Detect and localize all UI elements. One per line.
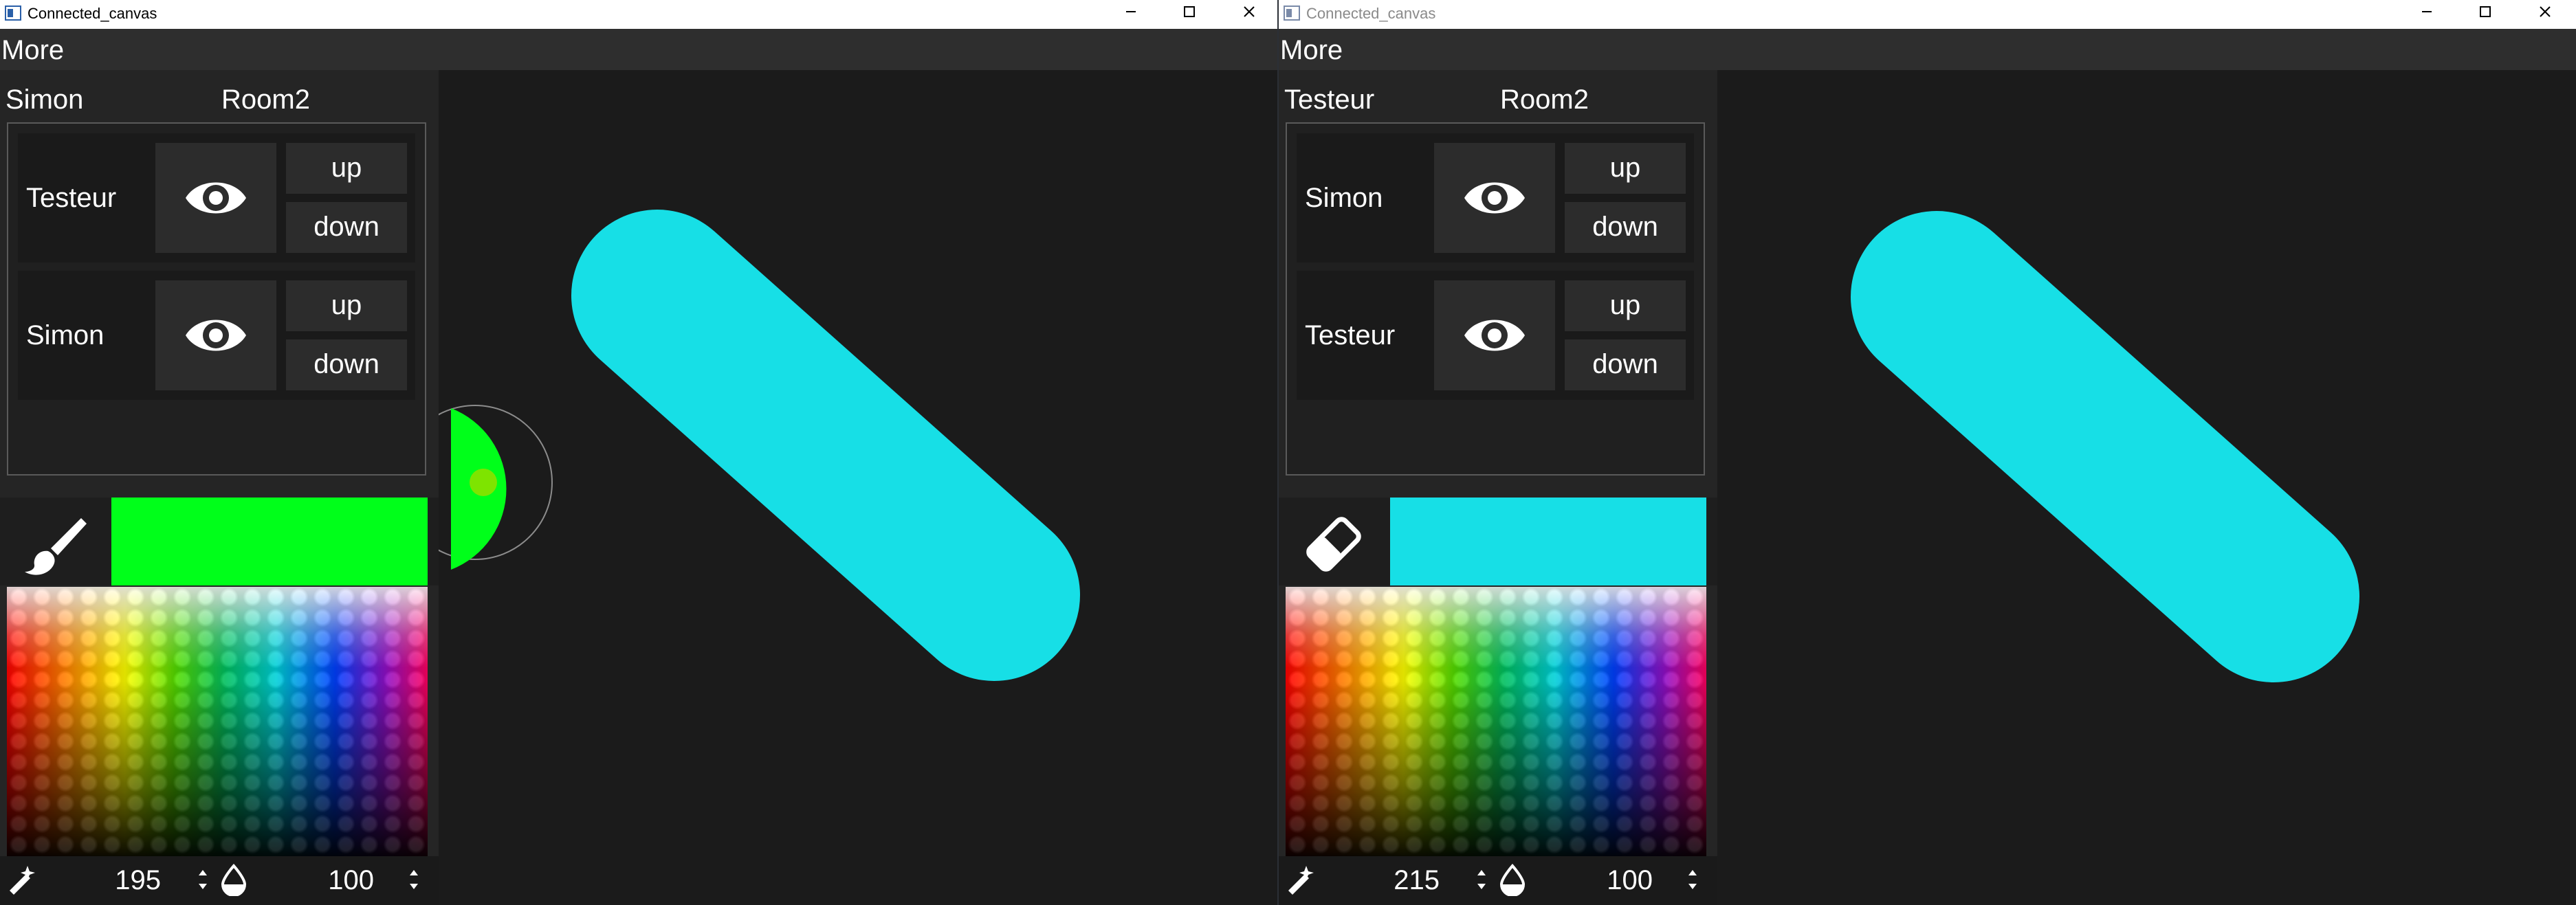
tool-row (0, 498, 439, 585)
canvas-drawing (1851, 211, 2359, 682)
eye-icon (186, 182, 246, 214)
layer-down-button[interactable]: down (1565, 202, 1686, 253)
current-color-swatch[interactable] (111, 498, 428, 585)
drawing-canvas[interactable] (1717, 70, 2576, 905)
visibility-button[interactable] (1434, 280, 1555, 390)
size-spinner-icon[interactable] (195, 863, 211, 896)
visibility-button[interactable] (1434, 143, 1555, 253)
menu-more[interactable]: More (0, 34, 65, 66)
title-bar[interactable]: Connected_canvas (0, 0, 1277, 29)
layer-row: Simon up down (18, 271, 415, 400)
layer-row: Testeur up down (18, 133, 415, 262)
opacity-spinner-icon[interactable] (406, 863, 422, 896)
maximize-icon[interactable] (2472, 0, 2499, 23)
color-picker[interactable] (1286, 587, 1706, 856)
layer-name: Testeur (1305, 320, 1396, 350)
layer-row: Testeur up down (1297, 271, 1694, 400)
user-name: Testeur (1284, 85, 1375, 115)
layer-row: Simon up down (1297, 133, 1694, 262)
visibility-button[interactable] (155, 143, 276, 253)
size-icon (10, 866, 35, 895)
app-icon (1284, 5, 1300, 21)
app-icon (5, 5, 21, 21)
layer-up-button[interactable]: up (1565, 143, 1686, 194)
window-title: Connected_canvas (27, 5, 157, 22)
visibility-button[interactable] (155, 280, 276, 390)
menu-more[interactable]: More (1279, 34, 1344, 66)
cyan-stroke (571, 210, 1080, 681)
minimize-icon[interactable] (1117, 0, 1145, 23)
layer-up-button[interactable]: up (286, 280, 407, 331)
layer-name: Simon (26, 320, 104, 350)
user-name: Simon (5, 85, 84, 115)
close-icon[interactable] (2531, 0, 2559, 23)
eraser-icon[interactable] (1299, 510, 1368, 579)
maximize-icon[interactable] (1176, 0, 1203, 23)
title-bar[interactable]: Connected_canvas (1279, 0, 2576, 29)
opacity-icon (1499, 863, 1526, 896)
eye-icon (1464, 182, 1525, 214)
size-value[interactable]: 195 (76, 862, 161, 899)
brush-icon[interactable] (21, 510, 89, 579)
brush-center-dot (470, 469, 497, 496)
layer-down-button[interactable]: down (1565, 339, 1686, 390)
room-name: Room2 (221, 85, 310, 115)
size-value[interactable]: 215 (1354, 862, 1440, 899)
left-app-window: Connected_canvas More Simon Room2 Testeu… (0, 0, 1277, 905)
drawing-canvas[interactable] (439, 70, 1277, 905)
tool-row (1279, 498, 1717, 585)
opacity-value[interactable]: 100 (1567, 862, 1653, 899)
menu-bar: More (1279, 29, 2576, 70)
right-app-window: Connected_canvas More Testeur Room2 Simo… (1279, 0, 2576, 905)
side-panel: Simon Room2 Testeur up down Simon up dow… (0, 70, 439, 905)
room-name: Room2 (1500, 85, 1589, 115)
cyan-stroke (1851, 211, 2359, 682)
size-icon (1288, 866, 1314, 895)
layer-down-button[interactable]: down (286, 202, 407, 253)
layer-up-button[interactable]: up (1565, 280, 1686, 331)
current-color-swatch[interactable] (1390, 498, 1706, 585)
layer-up-button[interactable]: up (286, 143, 407, 194)
layers-list: Testeur up down Simon up down (7, 122, 426, 476)
opacity-value[interactable]: 100 (289, 862, 374, 899)
side-panel: Testeur Room2 Simon up down Testeur up d… (1279, 70, 1717, 905)
layers-list: Simon up down Testeur up down (1286, 122, 1705, 476)
menu-bar: More (0, 29, 1277, 70)
layer-down-button[interactable]: down (286, 339, 407, 390)
size-spinner-icon[interactable] (1473, 863, 1490, 896)
opacity-icon (221, 863, 247, 896)
brush-settings-bar: 215 100 (1279, 856, 1717, 905)
opacity-spinner-icon[interactable] (1684, 863, 1701, 896)
brush-settings-bar: 195 100 (0, 856, 439, 905)
close-icon[interactable] (1235, 0, 1263, 23)
color-picker[interactable] (7, 587, 428, 856)
eye-icon (186, 320, 246, 351)
eye-icon (1464, 320, 1525, 351)
canvas-drawing (439, 210, 1080, 681)
window-title: Connected_canvas (1306, 5, 1436, 22)
minimize-icon[interactable] (2413, 0, 2441, 23)
layer-name: Testeur (26, 183, 117, 213)
layer-name: Simon (1305, 183, 1383, 213)
